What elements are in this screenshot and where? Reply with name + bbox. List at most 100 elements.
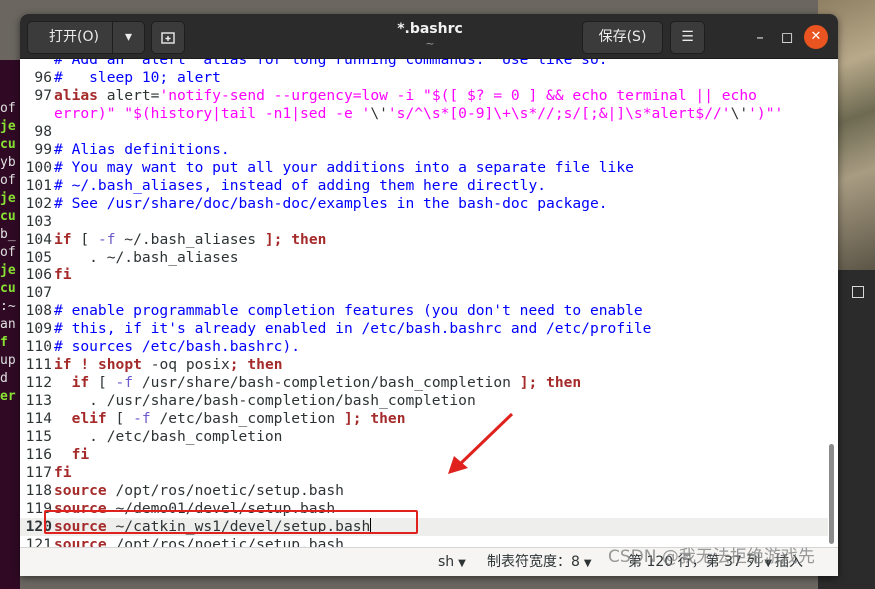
red-annotation-arrow-icon <box>448 412 514 474</box>
code-token: source <box>54 535 107 547</box>
code-token: # enable programmable completion feature… <box>54 302 643 320</box>
line-number: 97 <box>34 86 52 104</box>
code-token: # sources /etc/bash.bashrc). <box>54 338 301 356</box>
code-token: ]; <box>264 230 283 248</box>
code-token: alias <box>54 86 98 104</box>
code-token: ! <box>80 356 90 374</box>
code-token: shopt <box>97 356 142 374</box>
line-number: 115 <box>25 428 52 445</box>
line-number: 117 <box>25 463 52 481</box>
close-button[interactable]: ✕ <box>804 25 828 49</box>
code-token: # You may want to put all your additions… <box>54 158 634 176</box>
line-number: 121 <box>25 535 52 547</box>
code-token: -f <box>115 374 134 392</box>
code-token: /opt/ros/noetic/setup.bash <box>106 481 344 499</box>
menu-button[interactable]: ☰ <box>670 21 705 54</box>
code-token: then <box>247 356 283 374</box>
code-line[interactable]: 113 . /usr/share/bash-completion/bash_co… <box>20 392 828 410</box>
new-tab-button[interactable] <box>151 21 185 54</box>
line-number: 109 <box>25 320 52 338</box>
code-line[interactable]: 106 fi <box>20 266 828 284</box>
line-code: if ! shopt -oq posix; then <box>54 356 283 374</box>
line-code: alias alert='notify-send --urgency=low -… <box>54 87 757 105</box>
code-line[interactable]: 105 . ~/.bash_aliases <box>20 249 828 267</box>
background-maximize-icon <box>852 286 864 298</box>
code-line[interactable]: 102 # See /usr/share/doc/bash-doc/example… <box>20 195 828 213</box>
code-line[interactable]: 97 alias alert='notify-send --urgency=low… <box>20 87 828 105</box>
line-code: # Alias definitions. <box>54 141 230 159</box>
code-token: then <box>291 230 327 248</box>
line-code: source /opt/ros/noetic/setup.bash <box>54 482 344 500</box>
code-token: 's/^\s*[0-9]\+\s*//;s/[;&|]\s*alert$//' <box>387 104 731 122</box>
line-code: # this, if it's already enabled in /etc/… <box>54 320 651 338</box>
line-number: 116 <box>25 445 52 463</box>
code-line[interactable]: 103 <box>20 213 828 231</box>
open-menu-button[interactable]: ▾ <box>112 21 145 54</box>
code-token: source <box>54 481 107 499</box>
code-token: error)" "$(history|tail -n1|sed -e ' <box>54 104 371 122</box>
red-highlight-box <box>44 510 418 534</box>
code-token: ]; <box>519 374 538 392</box>
line-code: # enable programmable completion feature… <box>54 302 643 320</box>
code-line[interactable]: error)" "$(history|tail -n1|sed -e '\''s… <box>20 105 828 123</box>
code-token: /opt/ros/noetic/setup.bash <box>106 535 344 547</box>
code-line[interactable]: 111 if ! shopt -oq posix; then <box>20 356 828 374</box>
code-token: fi <box>54 463 72 481</box>
line-number: 118 <box>25 481 52 499</box>
code-line[interactable]: 99 # Alias definitions. <box>20 141 828 159</box>
code-line[interactable]: 117 fi <box>20 464 828 482</box>
code-line[interactable]: 118 source /opt/ros/noetic/setup.bash <box>20 482 828 500</box>
line-number: 101 <box>25 176 52 194</box>
code-line[interactable]: 104 if [ -f ~/.bash_aliases ]; then <box>20 231 828 249</box>
terminal-fragment: je <box>0 119 16 134</box>
code-line[interactable]: 101 # ~/.bash_aliases, instead of adding … <box>20 177 828 195</box>
code-token: if <box>71 374 90 392</box>
code-line[interactable]: 107 <box>20 284 828 302</box>
code-line[interactable]: 100 # You may want to put all your additi… <box>20 159 828 177</box>
code-line[interactable]: 109 # this, if it's already enabled in /e… <box>20 320 828 338</box>
terminal-fragment: f <box>0 335 8 350</box>
line-number: 100 <box>25 158 52 176</box>
tab-width-selector[interactable]: 制表符宽度：8 ▼ <box>487 548 592 576</box>
close-icon: ✕ <box>810 29 822 44</box>
line-code: source /opt/ros/noetic/setup.bash <box>54 536 344 547</box>
vertical-scrollbar[interactable] <box>829 444 834 544</box>
text-editor[interactable]: # Add an "alert" alias for long running … <box>20 59 838 547</box>
line-code: # ~/.bash_aliases, instead of adding the… <box>54 177 546 195</box>
line-code: fi <box>54 266 72 284</box>
code-line[interactable]: 110 # sources /etc/bash.bashrc). <box>20 338 828 356</box>
language-selector[interactable]: sh ▼ <box>438 548 466 576</box>
code-line[interactable]: 114 elif [ -f /etc/bash_completion ]; th… <box>20 410 828 428</box>
code-token: -f <box>97 230 116 248</box>
terminal-fragment: je <box>0 191 16 206</box>
code-line[interactable]: 98 <box>20 123 828 141</box>
language-label: sh <box>438 554 455 570</box>
minimize-button[interactable]: – <box>748 25 772 49</box>
code-line[interactable]: 108 # enable programmable completion feat… <box>20 302 828 320</box>
watermark: CSDN @我无法拒绝游戏先 <box>608 547 815 567</box>
terminal-fragment: of <box>0 101 16 116</box>
code-line[interactable]: 116 fi <box>20 446 828 464</box>
line-number: 112 <box>25 374 52 392</box>
code-token: \' <box>370 104 388 122</box>
chevron-down-icon: ▾ <box>124 29 133 45</box>
code-token: # Alias definitions. <box>54 140 230 158</box>
window-title-area: *.bashrc ~ <box>320 20 540 50</box>
line-number: 103 <box>25 212 52 230</box>
maximize-button[interactable]: ◻ <box>775 25 799 49</box>
open-button[interactable]: 打开(O) <box>27 21 121 54</box>
code-token: alert= <box>97 86 160 104</box>
terminal-fragment: cu <box>0 137 16 152</box>
minimize-icon: – <box>756 28 764 46</box>
line-code: . ~/.bash_aliases <box>54 249 238 267</box>
code-token: -oq posix <box>141 356 230 374</box>
code-line[interactable]: 115 . /etc/bash_completion <box>20 428 828 446</box>
code-token: \' <box>730 104 749 122</box>
line-number: 98 <box>34 122 52 140</box>
line-number: 99 <box>34 140 52 158</box>
line-code: elif [ -f /etc/bash_completion ]; then <box>54 410 406 428</box>
code-line[interactable]: 112 if [ -f /usr/share/bash-completion/b… <box>20 374 828 392</box>
save-button[interactable]: 保存(S) <box>582 21 663 54</box>
code-line[interactable]: 96 # sleep 10; alert <box>20 69 828 87</box>
